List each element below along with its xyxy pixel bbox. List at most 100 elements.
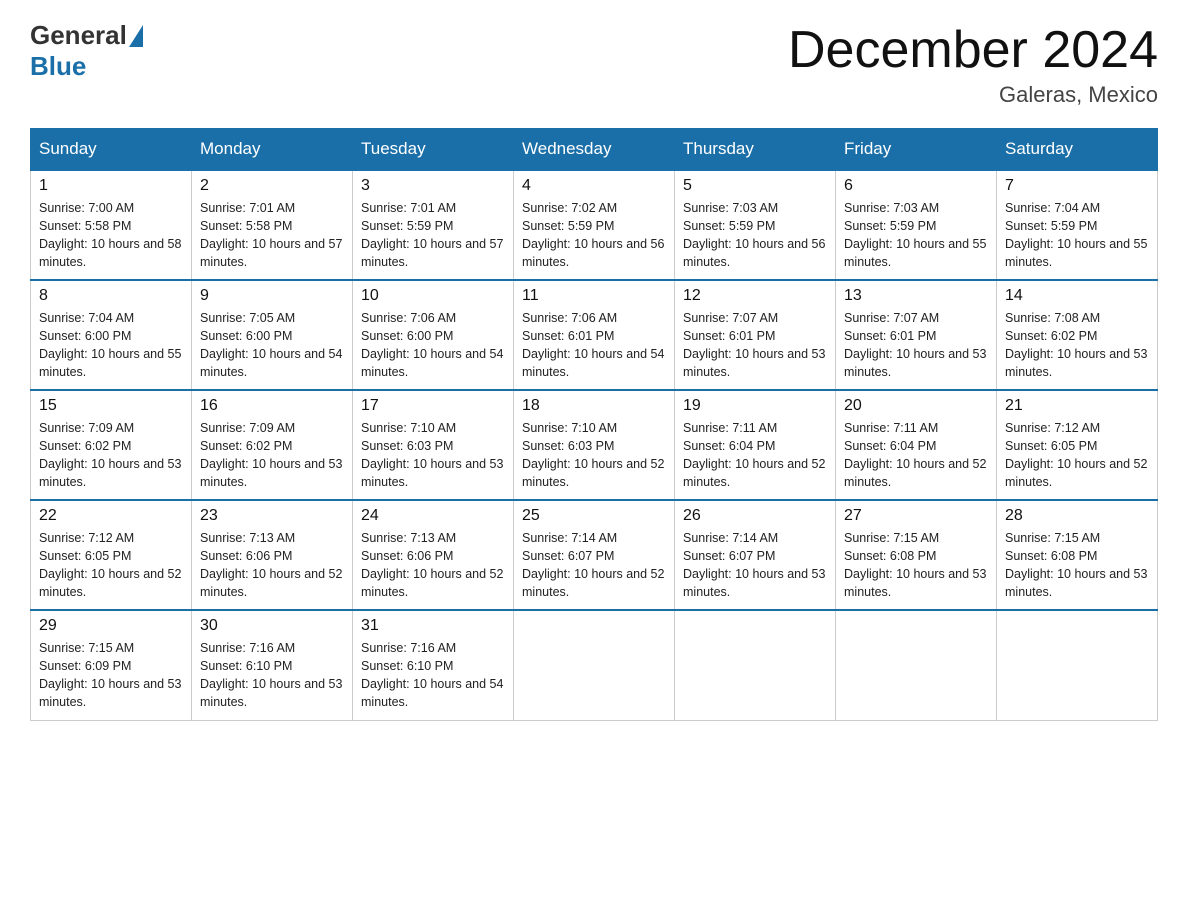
day-number: 6 (844, 177, 988, 195)
day-info: Sunrise: 7:11 AM Sunset: 6:04 PM Dayligh… (844, 419, 988, 492)
calendar-header-row: SundayMondayTuesdayWednesdayThursdayFrid… (31, 129, 1158, 171)
logo: General Blue (30, 20, 145, 82)
calendar-day-cell: 20 Sunrise: 7:11 AM Sunset: 6:04 PM Dayl… (836, 390, 997, 500)
calendar-day-cell: 6 Sunrise: 7:03 AM Sunset: 5:59 PM Dayli… (836, 170, 997, 280)
calendar-day-cell: 23 Sunrise: 7:13 AM Sunset: 6:06 PM Dayl… (192, 500, 353, 610)
day-number: 31 (361, 617, 505, 635)
calendar-day-cell: 21 Sunrise: 7:12 AM Sunset: 6:05 PM Dayl… (997, 390, 1158, 500)
day-number: 14 (1005, 287, 1149, 305)
calendar-day-cell (675, 610, 836, 720)
day-number: 19 (683, 397, 827, 415)
day-info: Sunrise: 7:15 AM Sunset: 6:08 PM Dayligh… (844, 529, 988, 602)
calendar-day-cell: 28 Sunrise: 7:15 AM Sunset: 6:08 PM Dayl… (997, 500, 1158, 610)
day-number: 12 (683, 287, 827, 305)
day-of-week-header: Monday (192, 129, 353, 171)
day-info: Sunrise: 7:13 AM Sunset: 6:06 PM Dayligh… (361, 529, 505, 602)
day-info: Sunrise: 7:09 AM Sunset: 6:02 PM Dayligh… (39, 419, 183, 492)
calendar-day-cell (836, 610, 997, 720)
calendar-day-cell: 8 Sunrise: 7:04 AM Sunset: 6:00 PM Dayli… (31, 280, 192, 390)
day-info: Sunrise: 7:14 AM Sunset: 6:07 PM Dayligh… (683, 529, 827, 602)
day-of-week-header: Sunday (31, 129, 192, 171)
calendar-day-cell: 14 Sunrise: 7:08 AM Sunset: 6:02 PM Dayl… (997, 280, 1158, 390)
calendar-day-cell: 27 Sunrise: 7:15 AM Sunset: 6:08 PM Dayl… (836, 500, 997, 610)
logo-general-text: General (30, 20, 127, 51)
day-info: Sunrise: 7:16 AM Sunset: 6:10 PM Dayligh… (361, 639, 505, 712)
day-number: 28 (1005, 507, 1149, 525)
day-info: Sunrise: 7:10 AM Sunset: 6:03 PM Dayligh… (361, 419, 505, 492)
calendar-day-cell: 16 Sunrise: 7:09 AM Sunset: 6:02 PM Dayl… (192, 390, 353, 500)
calendar-day-cell: 2 Sunrise: 7:01 AM Sunset: 5:58 PM Dayli… (192, 170, 353, 280)
calendar-day-cell (514, 610, 675, 720)
calendar-day-cell: 11 Sunrise: 7:06 AM Sunset: 6:01 PM Dayl… (514, 280, 675, 390)
title-block: December 2024 Galeras, Mexico (788, 20, 1158, 108)
calendar-day-cell: 12 Sunrise: 7:07 AM Sunset: 6:01 PM Dayl… (675, 280, 836, 390)
day-number: 13 (844, 287, 988, 305)
calendar-day-cell: 7 Sunrise: 7:04 AM Sunset: 5:59 PM Dayli… (997, 170, 1158, 280)
day-info: Sunrise: 7:00 AM Sunset: 5:58 PM Dayligh… (39, 199, 183, 272)
day-number: 9 (200, 287, 344, 305)
day-info: Sunrise: 7:12 AM Sunset: 6:05 PM Dayligh… (1005, 419, 1149, 492)
day-info: Sunrise: 7:03 AM Sunset: 5:59 PM Dayligh… (844, 199, 988, 272)
day-info: Sunrise: 7:15 AM Sunset: 6:09 PM Dayligh… (39, 639, 183, 712)
day-number: 21 (1005, 397, 1149, 415)
calendar-day-cell: 31 Sunrise: 7:16 AM Sunset: 6:10 PM Dayl… (353, 610, 514, 720)
day-number: 2 (200, 177, 344, 195)
calendar-day-cell: 5 Sunrise: 7:03 AM Sunset: 5:59 PM Dayli… (675, 170, 836, 280)
calendar-day-cell: 9 Sunrise: 7:05 AM Sunset: 6:00 PM Dayli… (192, 280, 353, 390)
location: Galeras, Mexico (788, 82, 1158, 108)
calendar-day-cell: 4 Sunrise: 7:02 AM Sunset: 5:59 PM Dayli… (514, 170, 675, 280)
calendar-day-cell: 1 Sunrise: 7:00 AM Sunset: 5:58 PM Dayli… (31, 170, 192, 280)
day-info: Sunrise: 7:05 AM Sunset: 6:00 PM Dayligh… (200, 309, 344, 382)
day-info: Sunrise: 7:02 AM Sunset: 5:59 PM Dayligh… (522, 199, 666, 272)
day-number: 30 (200, 617, 344, 635)
calendar-day-cell (997, 610, 1158, 720)
day-number: 5 (683, 177, 827, 195)
day-number: 8 (39, 287, 183, 305)
day-of-week-header: Tuesday (353, 129, 514, 171)
calendar-day-cell: 17 Sunrise: 7:10 AM Sunset: 6:03 PM Dayl… (353, 390, 514, 500)
calendar-week-row: 8 Sunrise: 7:04 AM Sunset: 6:00 PM Dayli… (31, 280, 1158, 390)
day-info: Sunrise: 7:11 AM Sunset: 6:04 PM Dayligh… (683, 419, 827, 492)
day-number: 3 (361, 177, 505, 195)
calendar-day-cell: 19 Sunrise: 7:11 AM Sunset: 6:04 PM Dayl… (675, 390, 836, 500)
day-number: 27 (844, 507, 988, 525)
day-info: Sunrise: 7:13 AM Sunset: 6:06 PM Dayligh… (200, 529, 344, 602)
day-number: 7 (1005, 177, 1149, 195)
day-number: 18 (522, 397, 666, 415)
day-info: Sunrise: 7:07 AM Sunset: 6:01 PM Dayligh… (683, 309, 827, 382)
calendar-day-cell: 25 Sunrise: 7:14 AM Sunset: 6:07 PM Dayl… (514, 500, 675, 610)
calendar-week-row: 1 Sunrise: 7:00 AM Sunset: 5:58 PM Dayli… (31, 170, 1158, 280)
calendar-day-cell: 26 Sunrise: 7:14 AM Sunset: 6:07 PM Dayl… (675, 500, 836, 610)
day-info: Sunrise: 7:15 AM Sunset: 6:08 PM Dayligh… (1005, 529, 1149, 602)
day-info: Sunrise: 7:03 AM Sunset: 5:59 PM Dayligh… (683, 199, 827, 272)
day-info: Sunrise: 7:06 AM Sunset: 6:01 PM Dayligh… (522, 309, 666, 382)
day-info: Sunrise: 7:06 AM Sunset: 6:00 PM Dayligh… (361, 309, 505, 382)
day-number: 17 (361, 397, 505, 415)
day-info: Sunrise: 7:08 AM Sunset: 6:02 PM Dayligh… (1005, 309, 1149, 382)
day-info: Sunrise: 7:04 AM Sunset: 5:59 PM Dayligh… (1005, 199, 1149, 272)
day-info: Sunrise: 7:12 AM Sunset: 6:05 PM Dayligh… (39, 529, 183, 602)
day-number: 11 (522, 287, 666, 305)
day-info: Sunrise: 7:04 AM Sunset: 6:00 PM Dayligh… (39, 309, 183, 382)
day-of-week-header: Thursday (675, 129, 836, 171)
day-info: Sunrise: 7:09 AM Sunset: 6:02 PM Dayligh… (200, 419, 344, 492)
day-number: 29 (39, 617, 183, 635)
day-info: Sunrise: 7:16 AM Sunset: 6:10 PM Dayligh… (200, 639, 344, 712)
calendar-day-cell: 18 Sunrise: 7:10 AM Sunset: 6:03 PM Dayl… (514, 390, 675, 500)
day-info: Sunrise: 7:10 AM Sunset: 6:03 PM Dayligh… (522, 419, 666, 492)
logo-blue-text: Blue (30, 51, 86, 82)
calendar-table: SundayMondayTuesdayWednesdayThursdayFrid… (30, 128, 1158, 721)
day-info: Sunrise: 7:07 AM Sunset: 6:01 PM Dayligh… (844, 309, 988, 382)
day-number: 26 (683, 507, 827, 525)
day-number: 23 (200, 507, 344, 525)
day-number: 25 (522, 507, 666, 525)
day-number: 24 (361, 507, 505, 525)
day-info: Sunrise: 7:01 AM Sunset: 5:59 PM Dayligh… (361, 199, 505, 272)
day-of-week-header: Friday (836, 129, 997, 171)
day-info: Sunrise: 7:14 AM Sunset: 6:07 PM Dayligh… (522, 529, 666, 602)
day-info: Sunrise: 7:01 AM Sunset: 5:58 PM Dayligh… (200, 199, 344, 272)
calendar-week-row: 22 Sunrise: 7:12 AM Sunset: 6:05 PM Dayl… (31, 500, 1158, 610)
day-of-week-header: Wednesday (514, 129, 675, 171)
logo-text: General (30, 20, 145, 51)
calendar-week-row: 15 Sunrise: 7:09 AM Sunset: 6:02 PM Dayl… (31, 390, 1158, 500)
